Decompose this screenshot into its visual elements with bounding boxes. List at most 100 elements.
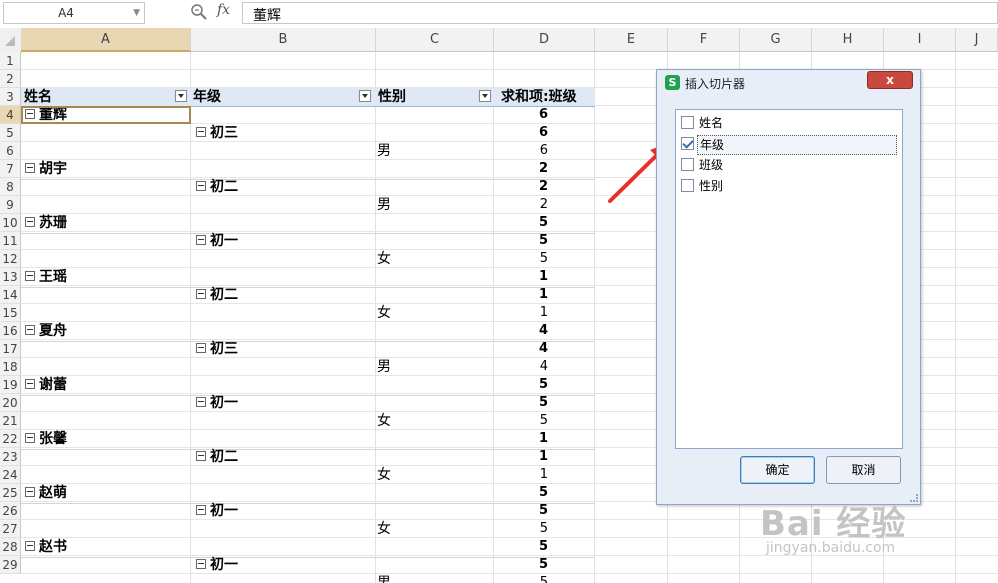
row-header-11[interactable]: 11	[0, 232, 21, 250]
column-header-d[interactable]: D	[494, 28, 595, 52]
name-box[interactable]: A4 ▼	[3, 2, 145, 24]
row-header-19[interactable]: 19	[0, 376, 21, 394]
collapse-icon[interactable]	[25, 541, 35, 551]
name-filter-dropdown-icon[interactable]	[175, 90, 187, 102]
row-header-1[interactable]: 1	[0, 52, 21, 70]
column-header-g[interactable]: G	[740, 28, 812, 52]
row-header-6[interactable]: 6	[0, 142, 21, 160]
row-header-16[interactable]: 16	[0, 322, 21, 340]
chevron-down-icon[interactable]: ▼	[133, 8, 140, 18]
pivot-name-cell[interactable]: 谢蕾	[25, 376, 67, 394]
column-header-b[interactable]: B	[191, 28, 376, 52]
pivot-grade-cell[interactable]: 初二	[196, 448, 238, 466]
row-header-28[interactable]: 28	[0, 538, 21, 556]
row-header-10[interactable]: 10	[0, 214, 21, 232]
row-header-12[interactable]: 12	[0, 250, 21, 268]
column-header-j[interactable]: J	[956, 28, 998, 52]
field-checkbox[interactable]	[681, 158, 694, 171]
column-header-f[interactable]: F	[668, 28, 740, 52]
row-header-17[interactable]: 17	[0, 340, 21, 358]
collapse-icon[interactable]	[25, 487, 35, 497]
pivot-name-total: 5	[538, 539, 548, 554]
pivot-name-cell[interactable]: 张馨	[25, 430, 67, 448]
collapse-icon[interactable]	[196, 451, 206, 461]
active-cell-cursor[interactable]	[21, 106, 191, 124]
column-header-a[interactable]: A	[21, 28, 191, 52]
row-header-14[interactable]: 14	[0, 286, 21, 304]
pivot-grade-cell[interactable]: 初二	[196, 286, 238, 304]
field-item-name[interactable]: 姓名	[681, 114, 897, 132]
resize-grip-icon[interactable]	[910, 494, 918, 502]
column-header-e[interactable]: E	[595, 28, 668, 52]
collapse-icon[interactable]	[196, 289, 206, 299]
dialog-title: 插入切片器	[685, 77, 746, 91]
field-item-grade[interactable]: 年级	[681, 135, 897, 155]
row-header-25[interactable]: 25	[0, 484, 21, 502]
collapse-icon[interactable]	[196, 127, 206, 137]
field-checkbox-checked[interactable]	[681, 137, 694, 150]
pivot-grade-cell[interactable]: 初一	[196, 502, 238, 520]
ok-button[interactable]: 确定	[740, 456, 815, 484]
row-header-29[interactable]: 29	[0, 556, 21, 574]
collapse-icon[interactable]	[25, 217, 35, 227]
gender-filter-dropdown-icon[interactable]	[479, 90, 491, 102]
row-header-13[interactable]: 13	[0, 268, 21, 286]
collapse-icon[interactable]	[196, 235, 206, 245]
close-button[interactable]: x	[867, 71, 913, 89]
row-header-24[interactable]: 24	[0, 466, 21, 484]
formula-input[interactable]: 董辉	[242, 2, 998, 24]
pivot-name-cell[interactable]: 王瑶	[25, 268, 67, 286]
collapse-icon[interactable]	[196, 343, 206, 353]
pivot-grade-cell[interactable]: 初一	[196, 556, 238, 574]
row-header-20[interactable]: 20	[0, 394, 21, 412]
row-header-27[interactable]: 27	[0, 520, 21, 538]
pivot-name-cell[interactable]: 赵书	[25, 538, 67, 556]
row-header-15[interactable]: 15	[0, 304, 21, 322]
grade-filter-dropdown-icon[interactable]	[359, 90, 371, 102]
field-item-gender[interactable]: 性别	[681, 177, 897, 195]
row-header-4[interactable]: 4	[0, 106, 21, 124]
pivot-grade-cell[interactable]: 初三	[196, 340, 238, 358]
row-header-3[interactable]: 3	[0, 88, 21, 106]
column-header-h[interactable]: H	[812, 28, 884, 52]
field-item-class[interactable]: 班级	[681, 156, 897, 174]
row-header-23[interactable]: 23	[0, 448, 21, 466]
collapse-icon[interactable]	[196, 559, 206, 569]
collapse-icon[interactable]	[25, 271, 35, 281]
pivot-grade-cell[interactable]: 初一	[196, 232, 238, 250]
field-checkbox[interactable]	[681, 179, 694, 192]
pivot-gender-cell: 女	[377, 251, 391, 267]
pivot-name-cell[interactable]: 苏珊	[25, 214, 67, 232]
row-header-22[interactable]: 22	[0, 430, 21, 448]
field-checkbox[interactable]	[681, 116, 694, 129]
row-header-9[interactable]: 9	[0, 196, 21, 214]
pivot-grade-cell[interactable]: 初一	[196, 394, 238, 412]
collapse-icon[interactable]	[25, 379, 35, 389]
select-all-corner[interactable]	[0, 28, 22, 53]
collapse-icon[interactable]	[25, 325, 35, 335]
row-header-18[interactable]: 18	[0, 358, 21, 376]
collapse-icon[interactable]	[196, 397, 206, 407]
pivot-gender-cell: 男	[377, 197, 391, 213]
row-header-21[interactable]: 21	[0, 412, 21, 430]
row-header-5[interactable]: 5	[0, 124, 21, 142]
row-header-26[interactable]: 26	[0, 502, 21, 520]
pivot-name-cell[interactable]: 胡宇	[25, 160, 67, 178]
collapse-icon[interactable]	[196, 181, 206, 191]
pivot-name-cell[interactable]: 赵萌	[25, 484, 67, 502]
pivot-grade-cell[interactable]: 初二	[196, 178, 238, 196]
zoom-icon[interactable]	[190, 3, 208, 21]
pivot-name-cell[interactable]: 夏舟	[25, 322, 67, 340]
collapse-icon[interactable]	[25, 433, 35, 443]
cancel-button[interactable]: 取消	[826, 456, 901, 484]
row-header-7[interactable]: 7	[0, 160, 21, 178]
row-header-8[interactable]: 8	[0, 178, 21, 196]
spreadsheet-window: A4 ▼ fx 董辉 A B C D E F G H I J 1 2 3 4 5…	[0, 0, 998, 583]
pivot-grade-cell[interactable]: 初三	[196, 124, 238, 142]
row-header-2[interactable]: 2	[0, 70, 21, 88]
collapse-icon[interactable]	[25, 163, 35, 173]
column-header-c[interactable]: C	[376, 28, 494, 52]
column-header-i[interactable]: I	[884, 28, 956, 52]
function-icon[interactable]: fx	[217, 2, 230, 18]
collapse-icon[interactable]	[196, 505, 206, 515]
